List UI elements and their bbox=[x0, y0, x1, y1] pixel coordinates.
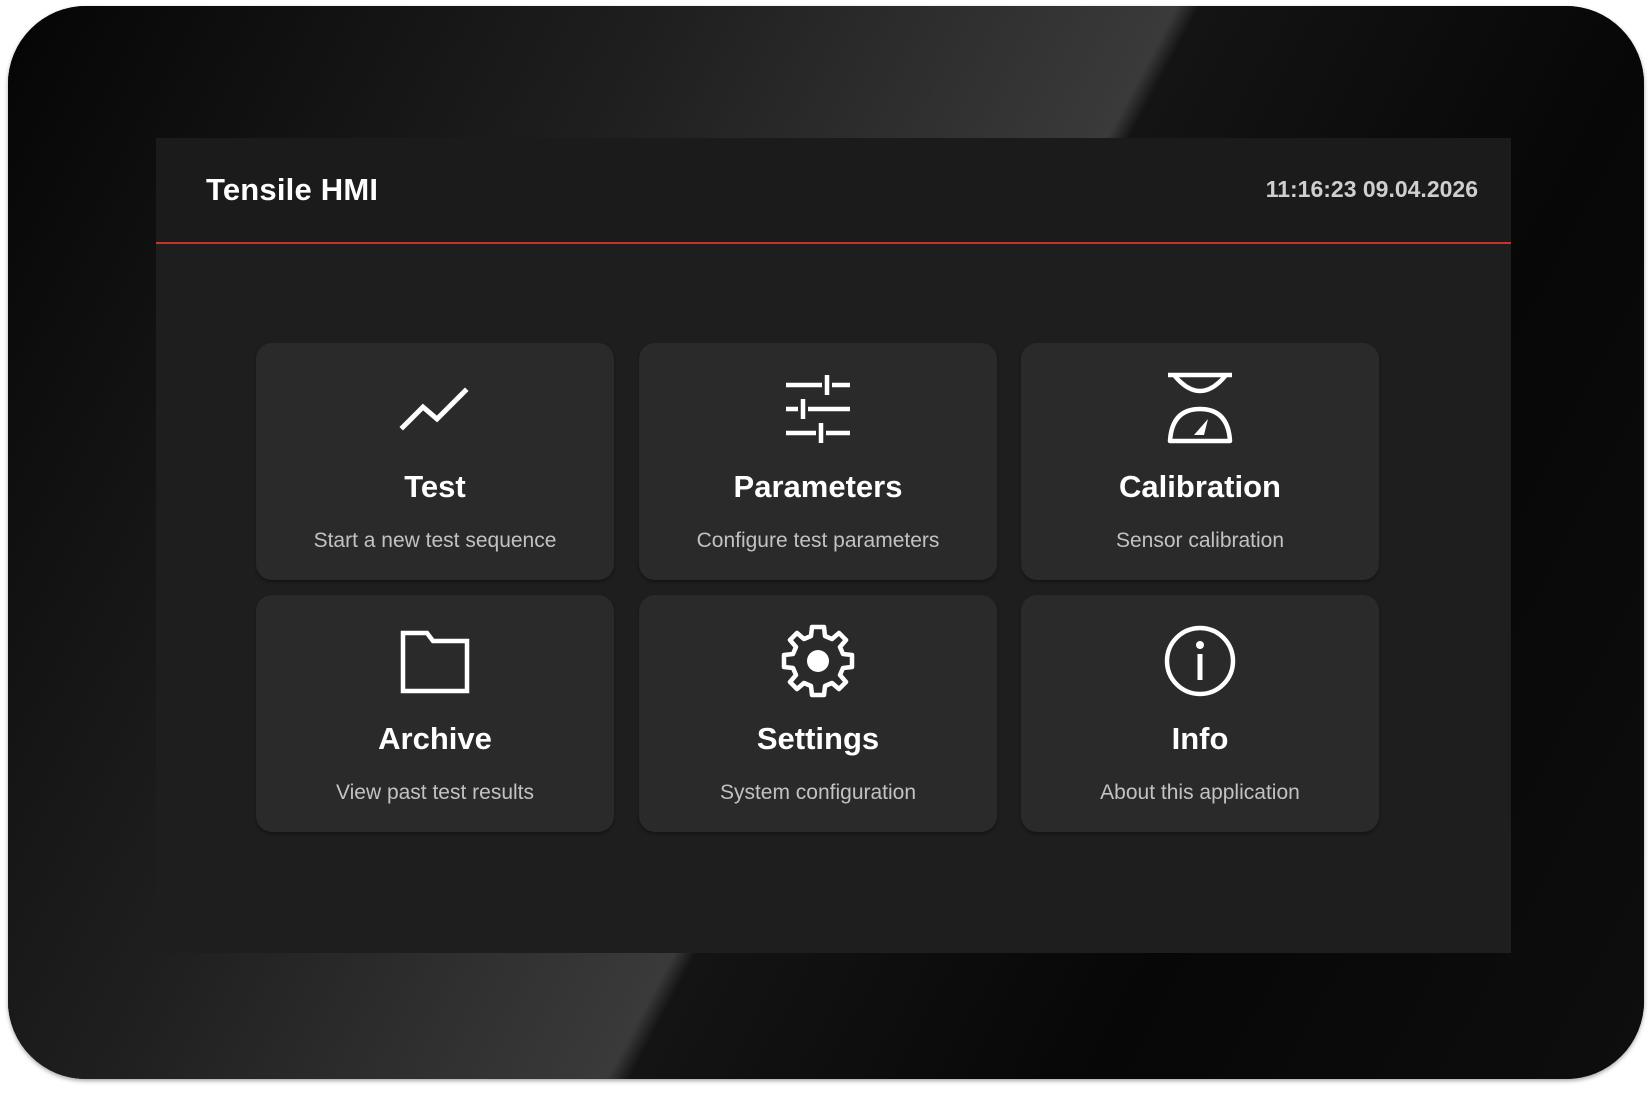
tile-label: Archive bbox=[378, 721, 492, 756]
tile-description: Sensor calibration bbox=[1115, 529, 1285, 552]
info-icon bbox=[1160, 621, 1240, 701]
folder-icon bbox=[395, 621, 475, 701]
tile-label: Test bbox=[404, 469, 466, 504]
tablet-device: Tensile HMI 11:16:23 09.04.2026 Test Sta… bbox=[8, 6, 1644, 1079]
hmi-screen: Tensile HMI 11:16:23 09.04.2026 Test Sta… bbox=[156, 138, 1511, 953]
tile-description: View past test results bbox=[335, 781, 535, 804]
tile-description: Start a new test sequence bbox=[313, 529, 557, 552]
tile-label: Calibration bbox=[1119, 469, 1281, 504]
tile-label: Settings bbox=[756, 721, 880, 756]
datetime-display: 11:16:23 09.04.2026 bbox=[1265, 176, 1478, 202]
tile-label: Parameters bbox=[733, 469, 903, 504]
tile-parameters[interactable]: Parameters Configure test parameters bbox=[639, 343, 997, 580]
scale-gauge-icon bbox=[1160, 369, 1240, 449]
trend-line-icon bbox=[395, 369, 475, 449]
tile-description: Configure test parameters bbox=[696, 529, 940, 552]
tile-archive[interactable]: Archive View past test results bbox=[256, 595, 614, 832]
tile-description: System configuration bbox=[719, 781, 917, 804]
gear-icon bbox=[778, 621, 858, 701]
tile-info[interactable]: Info About this application bbox=[1021, 595, 1379, 832]
tile-settings[interactable]: Settings System configuration bbox=[639, 595, 997, 832]
tile-test[interactable]: Test Start a new test sequence bbox=[256, 343, 614, 580]
app-title: Tensile HMI bbox=[206, 172, 379, 207]
app-header: Tensile HMI 11:16:23 09.04.2026 bbox=[156, 138, 1511, 244]
tile-calibration[interactable]: Calibration Sensor calibration bbox=[1021, 343, 1379, 580]
sliders-icon bbox=[778, 369, 858, 449]
tile-label: Info bbox=[1171, 721, 1229, 756]
tile-description: About this application bbox=[1100, 781, 1300, 804]
